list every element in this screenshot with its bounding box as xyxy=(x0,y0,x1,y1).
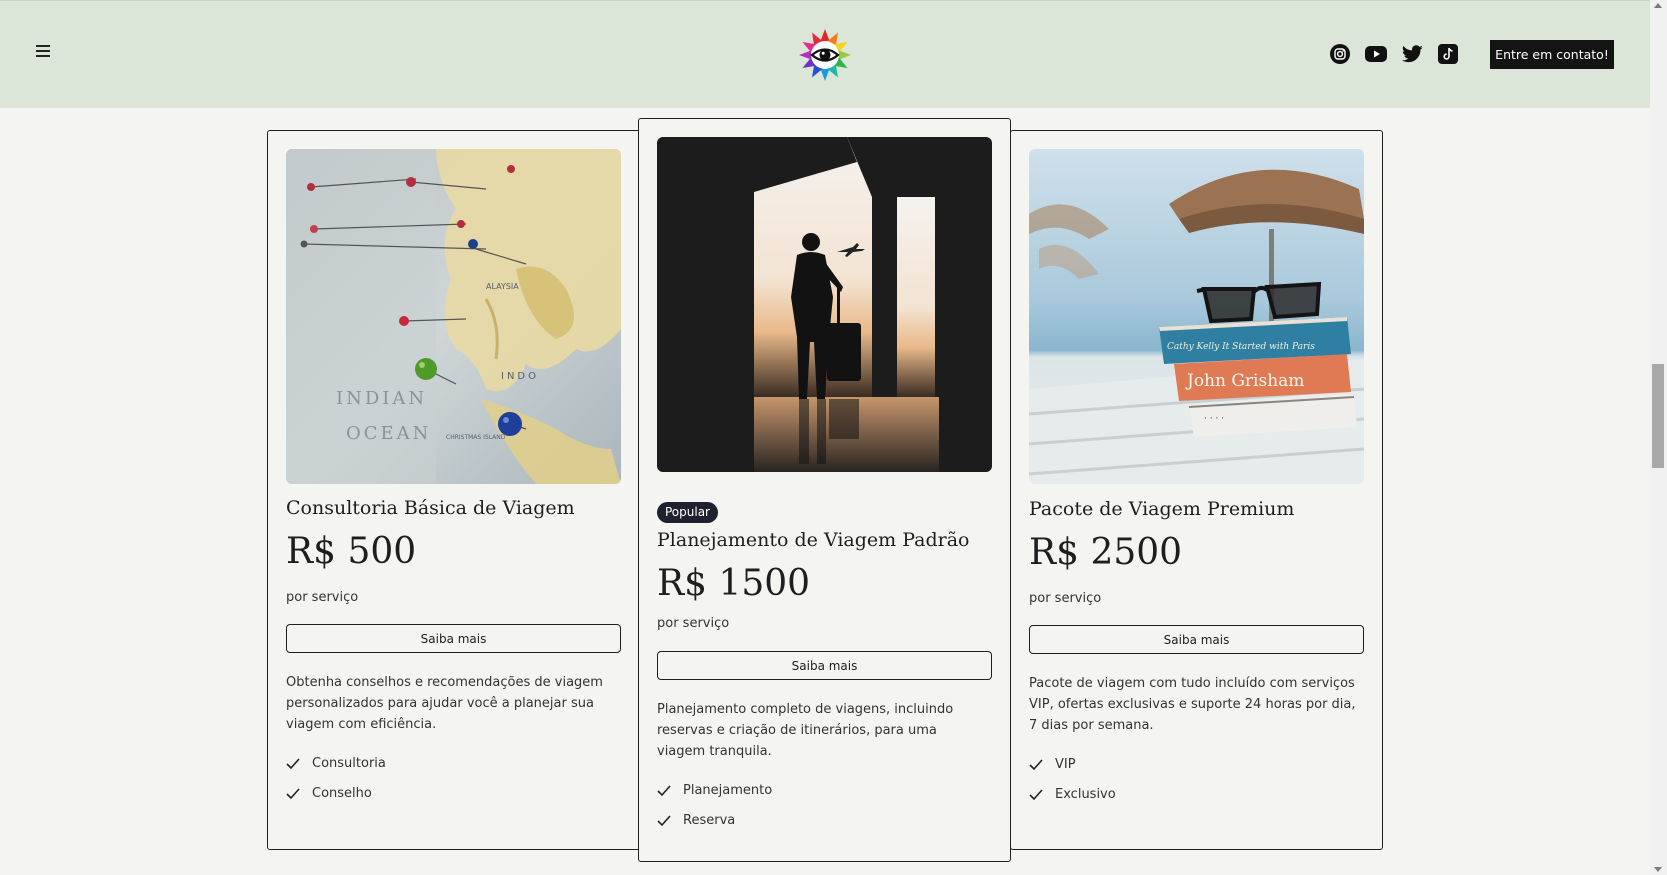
world-map-image: INDIAN OCEAN ALAYSIA INDO CHRISTMAS ISLA… xyxy=(286,149,621,484)
feature-item: Conselho xyxy=(286,786,372,801)
eye-flower-logo[interactable] xyxy=(797,27,853,83)
traveler-silhouette-image xyxy=(657,137,992,472)
card-description: Planejamento completo de viagens, inclui… xyxy=(657,702,954,759)
feature-item: Exclusivo xyxy=(1029,787,1116,802)
popular-badge: Popular xyxy=(657,502,718,523)
card-description: Pacote de viagem com tudo incluído com s… xyxy=(1029,676,1356,733)
check-icon xyxy=(657,814,671,827)
feature-item: VIP xyxy=(1029,757,1076,772)
feature-label: Exclusivo xyxy=(1055,787,1116,802)
instagram-icon[interactable] xyxy=(1329,43,1351,65)
card-price: R$ 2500 xyxy=(1029,532,1183,573)
svg-text:INDO: INDO xyxy=(501,371,539,382)
card-description: Obtenha conselhos e recomendações de via… xyxy=(286,675,603,732)
learn-more-button[interactable]: Saiba mais xyxy=(657,651,992,680)
feature-label: VIP xyxy=(1055,757,1076,772)
check-icon xyxy=(657,784,671,797)
youtube-icon[interactable] xyxy=(1365,43,1387,65)
feature-item: Reserva xyxy=(657,813,735,828)
svg-text:OCEAN: OCEAN xyxy=(346,423,431,444)
feature-item: Planejamento xyxy=(657,783,772,798)
card-price-unit: por serviço xyxy=(1029,591,1102,606)
feature-label: Reserva xyxy=(683,813,736,828)
learn-more-button[interactable]: Saiba mais xyxy=(1029,625,1364,654)
card-title: Consultoria Básica de Viagem xyxy=(286,497,575,519)
scrollbar-thumb[interactable] xyxy=(1652,364,1664,468)
scroll-up-arrow-icon[interactable] xyxy=(1654,3,1662,8)
pricing-card-premium: · · · · John Grisham Cathy Kelly It Star… xyxy=(1010,130,1383,850)
svg-text:INDIAN: INDIAN xyxy=(336,388,427,409)
card-title: Pacote de Viagem Premium xyxy=(1029,498,1295,520)
card-price: R$ 1500 xyxy=(657,563,811,604)
learn-more-button[interactable]: Saiba mais xyxy=(286,624,621,653)
feature-label: Consultoria xyxy=(312,756,386,771)
feature-item: Consultoria xyxy=(286,756,386,771)
feature-label: Conselho xyxy=(312,786,372,801)
svg-text:· · · ·: · · · · xyxy=(1204,414,1224,424)
card-price-unit: por serviço xyxy=(657,616,730,631)
svg-text:ALAYSIA: ALAYSIA xyxy=(486,282,519,291)
card-price-unit: por serviço xyxy=(286,590,359,605)
hamburger-icon[interactable] xyxy=(36,45,50,57)
check-icon xyxy=(1029,758,1043,771)
vertical-scrollbar[interactable] xyxy=(1650,0,1667,875)
twitter-icon[interactable] xyxy=(1401,43,1423,65)
check-icon xyxy=(1029,788,1043,801)
site-header: Entre em contato! xyxy=(0,0,1650,108)
pricing-card-standard: Popular Planejamento de Viagem Padrão R$… xyxy=(638,118,1011,862)
check-icon xyxy=(286,757,300,770)
scroll-down-arrow-icon[interactable] xyxy=(1654,867,1662,872)
card-title: Planejamento de Viagem Padrão xyxy=(657,529,970,551)
social-links xyxy=(1329,43,1459,65)
svg-text:Cathy Kelly It Started with: Cathy Kelly It Started with Paris xyxy=(1167,342,1315,352)
feature-label: Planejamento xyxy=(683,783,773,798)
pricing-card-basic: INDIAN OCEAN ALAYSIA INDO CHRISTMAS ISLA… xyxy=(267,130,640,850)
tiktok-icon[interactable] xyxy=(1437,43,1459,65)
svg-text:John Grisham: John Grisham xyxy=(1185,371,1304,391)
contact-button[interactable]: Entre em contato! xyxy=(1490,40,1614,69)
svg-text:CHRISTMAS ISLAND: CHRISTMAS ISLAND xyxy=(446,434,506,441)
beach-sunglasses-image: · · · · John Grisham Cathy Kelly It Star… xyxy=(1029,149,1364,484)
check-icon xyxy=(286,787,300,800)
card-price: R$ 500 xyxy=(286,531,417,572)
